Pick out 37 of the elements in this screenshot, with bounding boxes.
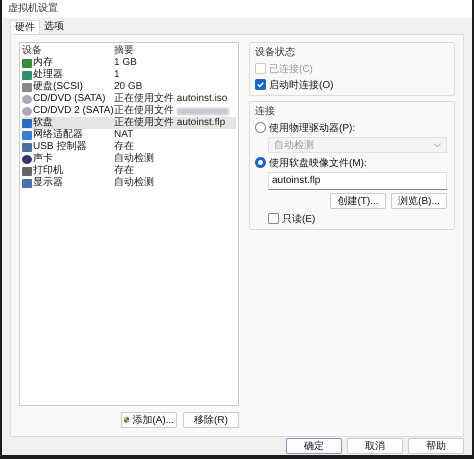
shield-icon	[124, 415, 130, 425]
window-title: 虚拟机设置	[2, 0, 472, 18]
checkbox[interactable]	[255, 79, 266, 90]
group-title: 连接	[255, 104, 276, 118]
column-header: 设备	[22, 45, 43, 56]
radio-label: 使用软盘映像文件(M):	[269, 156, 367, 170]
checkbox-label: 启动时连接(O)	[269, 78, 334, 92]
device-row[interactable]: CD/DVD 2 (SATA)正在使用文件	[22, 105, 236, 117]
dialog-button[interactable]: 取消	[347, 438, 403, 454]
checkbox-label: 只读(E)	[282, 212, 316, 226]
device-row[interactable]: 硬盘(SCSI) 20 GB	[22, 81, 236, 93]
column-header: 摘要	[114, 45, 135, 57]
checkbox-label: 已连接(C)	[269, 62, 313, 76]
tab[interactable]: 选项	[40, 20, 68, 34]
device-row[interactable]: 处理器 1	[22, 69, 236, 81]
dialog-button[interactable]: 创建(T)...	[330, 193, 386, 209]
radio-label: 使用物理驱动器(P):	[269, 122, 356, 134]
device-row[interactable]: 内存 1 GB	[22, 57, 236, 69]
group-title: 设备状态	[255, 46, 296, 59]
caret-icon	[434, 142, 441, 148]
radio-button[interactable]	[255, 122, 266, 133]
add-button[interactable]: 添加(A)...	[121, 412, 177, 428]
tab[interactable]: 硬件	[10, 20, 40, 34]
device-row[interactable]: 声卡 自动检测	[22, 153, 236, 165]
remove-button[interactable]: 移除(R)	[183, 412, 239, 428]
device-row[interactable]: USB 控制器 存在	[22, 141, 236, 153]
radio-button[interactable]	[255, 157, 266, 168]
device-row[interactable]: CD/DVD (SATA) 正在使用文件 autoinst.iso	[22, 93, 236, 105]
device-row[interactable]: 显示器 自动检测	[22, 177, 236, 189]
dialog-button[interactable]: 浏览(B)...	[391, 193, 447, 209]
dialog-button[interactable]: 帮助	[408, 438, 464, 454]
dialog-button[interactable]: 确定	[286, 438, 342, 454]
device-row[interactable]: 打印机 存在	[22, 165, 236, 177]
checkbox[interactable]	[268, 213, 279, 224]
device-row[interactable]: 网络适配器 NAT	[22, 129, 236, 141]
device-row[interactable]: 软盘 正在使用文件 autoinst.flp	[22, 117, 236, 129]
image-file-field[interactable]: autoinst.flp	[268, 172, 447, 190]
